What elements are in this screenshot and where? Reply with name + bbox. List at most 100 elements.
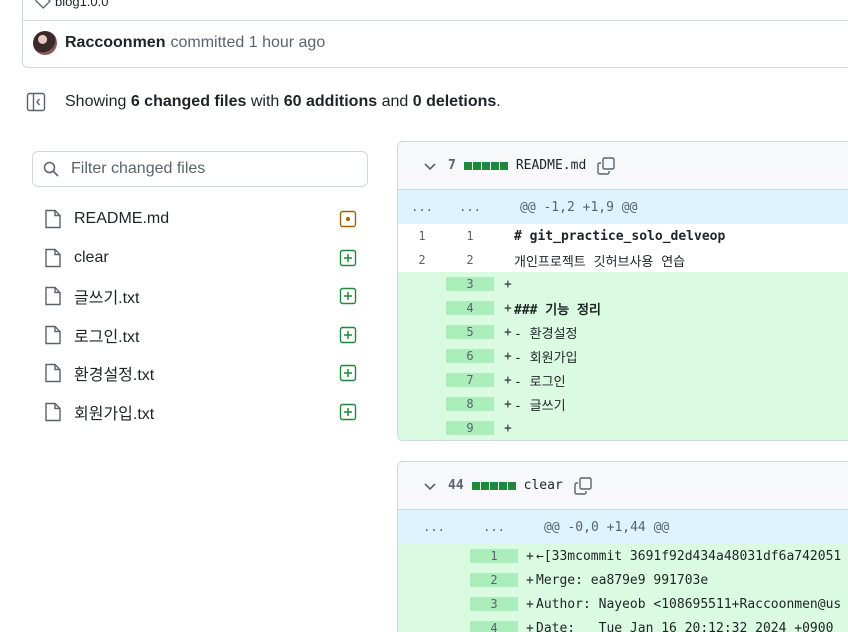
line-new[interactable]: 7 — [446, 373, 494, 387]
line-new[interactable]: 4 — [446, 301, 494, 315]
file-icon — [45, 325, 61, 344]
avatar[interactable] — [33, 31, 57, 55]
diff-line: 7 + - 로그인 — [398, 368, 848, 392]
filter-input[interactable] — [71, 160, 351, 178]
summary-with: with — [246, 93, 284, 110]
line-code: ### 기능 정리 — [514, 302, 601, 318]
file-tree-item[interactable]: clear — [40, 239, 370, 278]
line-new[interactable]: 9 — [446, 421, 494, 435]
diff-added-icon — [339, 403, 357, 420]
summary-files: 6 changed files — [130, 93, 247, 110]
plus-mark: + — [504, 372, 512, 388]
hunk-new: ... — [459, 200, 481, 214]
file-tree-item[interactable]: README.md — [40, 200, 370, 239]
file-tree: README.md clear 글쓰기.txt 로그인.txt 환경설정.txt… — [40, 200, 370, 431]
line-new[interactable]: 3 — [470, 597, 518, 611]
line-new[interactable]: 1 — [470, 549, 518, 563]
file-icon — [45, 287, 61, 306]
plus-mark: + — [526, 596, 534, 612]
line-new[interactable]: 4 — [470, 621, 518, 632]
plus-mark: + — [526, 620, 534, 632]
file-name: clear — [74, 248, 109, 266]
plus-mark: + — [504, 324, 512, 340]
plus-mark: + — [504, 396, 512, 412]
tag-row[interactable]: blog1.0.0 — [35, 0, 109, 9]
diff-filename[interactable]: README.md — [516, 158, 586, 173]
search-icon — [43, 161, 59, 177]
tag-name: blog1.0.0 — [55, 0, 109, 9]
plus-mark: + — [526, 572, 534, 588]
line-new[interactable]: 8 — [446, 397, 494, 411]
line-new[interactable]: 2 — [470, 573, 518, 587]
line-code: - 환경설정 — [514, 326, 578, 342]
commit-line: Raccoonmen committed 1 hour ago — [33, 31, 325, 55]
plus-mark: + — [504, 276, 512, 292]
line-code: - 회원가입 — [514, 350, 578, 366]
sidebar-toggle-icon[interactable] — [26, 92, 46, 112]
file-name: README.md — [74, 210, 170, 228]
line-new[interactable]: 1 — [446, 229, 494, 243]
line-new[interactable]: 3 — [446, 277, 494, 291]
hunk-new: ... — [483, 520, 505, 534]
diff-summary: Showing 6 changed files with 60 addition… — [26, 92, 501, 112]
chevron-down-icon[interactable] — [422, 158, 438, 174]
file-icon — [45, 248, 61, 267]
diff-readme: 7 README.md ... ... @@ -1,2 +1,9 @@ 1 1 … — [397, 141, 848, 441]
diff-line: 8 + - 글쓰기 — [398, 392, 848, 416]
diffstat-blocks — [463, 161, 508, 170]
diff-added-icon — [339, 326, 357, 343]
hunk-header[interactable]: ... ... @@ -1,2 +1,9 @@ — [398, 190, 848, 224]
diff-line: 1 + ←[33mcommit 3691f92d434a48031df6a742… — [398, 544, 848, 568]
line-new[interactable]: 6 — [446, 349, 494, 363]
diff-filename[interactable]: clear — [524, 478, 563, 493]
file-name: 회원가입.txt — [74, 405, 155, 423]
line-new[interactable]: 2 — [446, 253, 494, 267]
hunk-header[interactable]: ... ... @@ -0,0 +1,44 @@ — [398, 510, 848, 544]
line-code: Author: Nayeob <108695511+Raccoonmen@us — [536, 596, 842, 612]
divider — [23, 20, 848, 21]
file-icon — [45, 210, 61, 229]
diff-modified-icon — [339, 211, 357, 228]
diff-line: 3 + Author: Nayeob <108695511+Raccoonmen… — [398, 592, 848, 616]
plus-mark: + — [504, 420, 512, 436]
chevron-down-icon[interactable] — [422, 478, 438, 494]
line-code: ←[33mcommit 3691f92d434a48031df6a742051 — [536, 548, 842, 564]
summary-period: . — [496, 93, 501, 110]
hunk-old: ... — [411, 200, 433, 214]
copy-icon[interactable] — [596, 156, 616, 176]
diff-header: 44 clear — [398, 462, 848, 510]
line-old[interactable]: 2 — [398, 253, 446, 267]
file-tree-item[interactable]: 회원가입.txt — [40, 393, 370, 432]
summary-additions: 60 additions — [283, 93, 378, 110]
diff-header: 7 README.md — [398, 142, 848, 190]
tag-icon — [35, 0, 51, 9]
file-tree-item[interactable]: 글쓰기.txt — [40, 277, 370, 316]
diff-line: 5 + - 환경설정 — [398, 320, 848, 344]
copy-icon[interactable] — [573, 476, 593, 496]
line-new[interactable]: 5 — [446, 325, 494, 339]
diff-added-icon — [339, 249, 357, 266]
commit-box: blog1.0.0 Raccoonmen committed 1 hour ag… — [22, 0, 848, 68]
line-old[interactable]: 1 — [398, 229, 446, 243]
filter-box — [32, 151, 368, 187]
file-tree-item[interactable]: 환경설정.txt — [40, 354, 370, 393]
file-icon — [45, 402, 61, 421]
line-code: Merge: ea879e9 991703e — [536, 572, 709, 588]
diff-line: 9 + — [398, 416, 848, 440]
diffstat-blocks — [471, 481, 516, 490]
plus-mark: + — [504, 348, 512, 364]
diff-line: 3 + — [398, 272, 848, 296]
summary-deletions: 0 deletions — [412, 93, 497, 110]
line-code: - 글쓰기 — [514, 398, 566, 414]
file-name: 환경설정.txt — [74, 367, 155, 385]
file-tree-item[interactable]: 로그인.txt — [40, 316, 370, 355]
diff-line: 4 + Date: Tue Jan 16 20:12:32 2024 +0900 — [398, 616, 848, 632]
hunk-old: ... — [423, 520, 445, 534]
hunk-text: @@ -0,0 +1,44 @@ — [544, 519, 670, 535]
diff-line: 6 + - 회원가입 — [398, 344, 848, 368]
commit-author[interactable]: Raccoonmen — [65, 34, 165, 52]
diff-count: 7 — [448, 158, 456, 173]
summary-and: and — [377, 93, 413, 110]
plus-mark: + — [504, 300, 512, 316]
diff-count: 44 — [448, 478, 464, 493]
